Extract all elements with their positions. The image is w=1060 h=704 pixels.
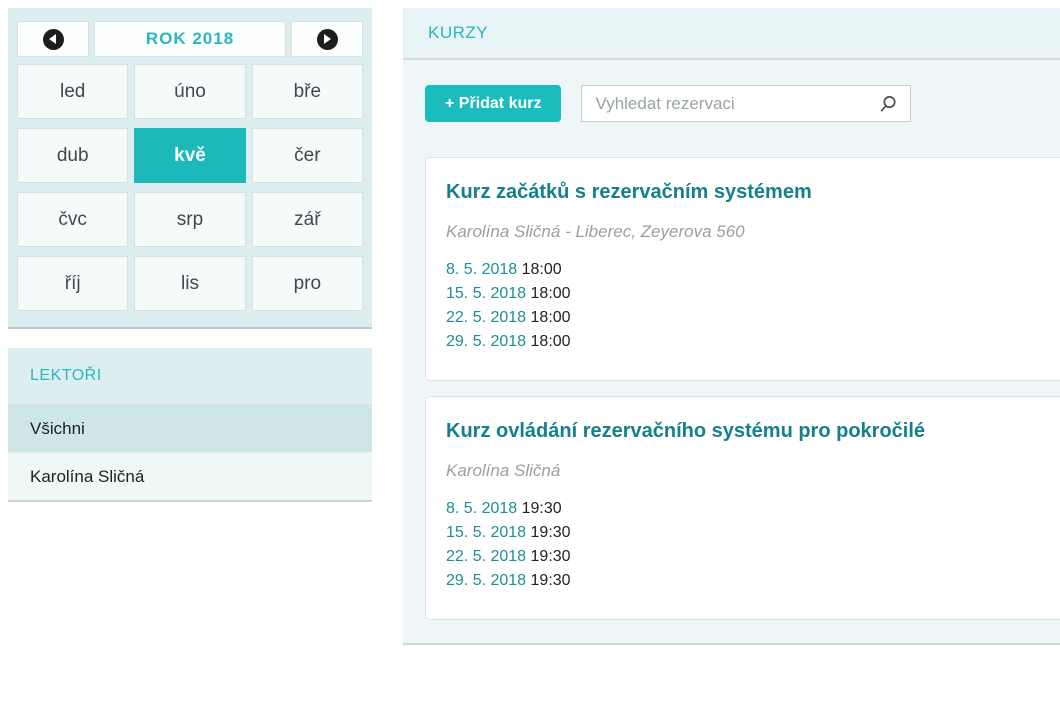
courses-body: + Přidat kurz Kurz začátků s rezervačním… (403, 60, 1060, 645)
month-button-říj[interactable]: říj (17, 256, 128, 311)
courses-panel: KURZY + Přidat kurz Kurz začátků s rezer… (403, 8, 1060, 645)
courses-toolbar: + Přidat kurz (425, 85, 1060, 122)
session-time: 18:00 (531, 309, 571, 326)
add-course-button[interactable]: + Přidat kurz (425, 85, 561, 122)
month-button-čer[interactable]: čer (252, 128, 363, 183)
magnifier-icon[interactable] (878, 94, 898, 114)
session-line: 22. 5. 2018 18:00 (446, 306, 1060, 330)
next-year-button[interactable] (291, 21, 363, 57)
session-date-link[interactable]: 15. 5. 2018 (446, 524, 526, 541)
session-time: 19:30 (531, 572, 571, 589)
session-line: 15. 5. 2018 18:00 (446, 282, 1060, 306)
lecturer-item-1[interactable]: Karolína Sličná (8, 452, 372, 500)
session-line: 22. 5. 2018 19:30 (446, 545, 1060, 569)
month-button-led[interactable]: led (17, 64, 128, 119)
month-button-pro[interactable]: pro (252, 256, 363, 311)
lecturers-title: LEKTOŘI (8, 348, 372, 403)
session-line: 29. 5. 2018 19:30 (446, 569, 1060, 593)
year-label-button[interactable]: ROK 2018 (94, 21, 286, 57)
month-button-dub[interactable]: dub (17, 128, 128, 183)
session-date-link[interactable]: 8. 5. 2018 (446, 500, 517, 517)
session-date-link[interactable]: 29. 5. 2018 (446, 333, 526, 350)
month-button-kvě[interactable]: kvě (134, 128, 245, 183)
session-line: 8. 5. 2018 18:00 (446, 258, 1060, 282)
session-date-link[interactable]: 29. 5. 2018 (446, 572, 526, 589)
session-time: 18:00 (531, 285, 571, 302)
month-picker-panel: ROK 2018 ledúnobře dubkvěčer čvcsrpzář říjl… (8, 8, 372, 329)
session-date-link[interactable]: 15. 5. 2018 (446, 285, 526, 302)
search-box (581, 85, 911, 122)
year-navigation: ROK 2018 (17, 21, 363, 57)
session-time: 18:00 (522, 261, 562, 278)
course-subtitle: Karolína Sličná (446, 461, 1060, 481)
session-date-link[interactable]: 22. 5. 2018 (446, 309, 526, 326)
session-date-link[interactable]: 8. 5. 2018 (446, 261, 517, 278)
course-title[interactable]: Kurz ovládání rezervačního systému pro p… (446, 419, 1060, 443)
month-button-úno[interactable]: úno (134, 64, 245, 119)
course-cards: Kurz začátků s rezervačním systémem Karol… (425, 157, 1060, 620)
prev-year-button[interactable] (17, 21, 89, 57)
course-card: Kurz ovládání rezervačního systému pro p… (425, 396, 1060, 620)
month-button-lis[interactable]: lis (134, 256, 245, 311)
arrow-right-icon (317, 29, 338, 50)
session-time: 18:00 (531, 333, 571, 350)
session-list: 8. 5. 2018 18:0015. 5. 2018 18:0022. 5. … (446, 258, 1060, 354)
month-button-zář[interactable]: zář (252, 192, 363, 247)
month-button-srp[interactable]: srp (134, 192, 245, 247)
course-subtitle: Karolína Sličná - Liberec, Zeyerova 560 (446, 222, 1060, 242)
session-time: 19:30 (522, 500, 562, 517)
session-line: 15. 5. 2018 19:30 (446, 521, 1060, 545)
arrow-left-icon (43, 29, 64, 50)
search-input[interactable] (582, 94, 878, 114)
session-date-link[interactable]: 22. 5. 2018 (446, 548, 526, 565)
month-grid: ledúnobře dubkvěčer čvcsrpzář říjlispro (17, 64, 363, 311)
lecturer-item-all[interactable]: Všichni (8, 403, 372, 452)
session-time: 19:30 (531, 524, 571, 541)
session-line: 8. 5. 2018 19:30 (446, 497, 1060, 521)
session-line: 29. 5. 2018 18:00 (446, 330, 1060, 354)
session-time: 19:30 (531, 548, 571, 565)
course-title[interactable]: Kurz začátků s rezervačním systémem (446, 180, 1060, 204)
courses-title: KURZY (403, 8, 1060, 60)
lecturers-panel: LEKTOŘI VšichniKarolína Sličná (8, 348, 372, 502)
course-card: Kurz začátků s rezervačním systémem Karol… (425, 157, 1060, 381)
month-button-čvc[interactable]: čvc (17, 192, 128, 247)
lecturers-list: VšichniKarolína Sličná (8, 403, 372, 500)
month-button-bře[interactable]: bře (252, 64, 363, 119)
session-list: 8. 5. 2018 19:3015. 5. 2018 19:3022. 5. … (446, 497, 1060, 593)
